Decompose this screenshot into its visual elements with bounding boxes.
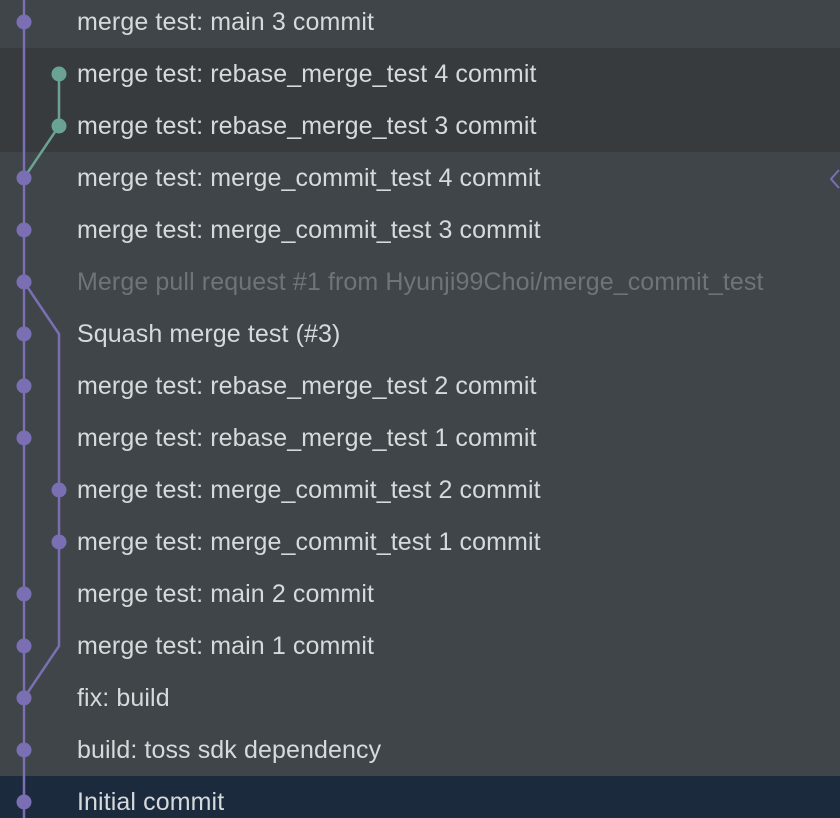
commit-message: merge test: merge_commit_test 3 commit (77, 216, 541, 244)
commit-message: fix: build (77, 684, 170, 712)
commit-message: merge test: main 2 commit (77, 580, 375, 608)
commit-message: build: toss sdk dependency (77, 736, 382, 764)
commit-message: merge test: merge_commit_test 4 commit (77, 164, 541, 192)
commit-row[interactable]: merge test: rebase_merge_test 1 commit (0, 412, 840, 464)
commit-message: Initial commit (77, 788, 225, 816)
commit-row[interactable]: Squash merge test (#3) (0, 308, 840, 360)
commit-row[interactable]: merge test: merge_commit_test 3 commit (0, 204, 840, 256)
commit-row[interactable]: build: toss sdk dependency (0, 724, 840, 776)
commit-log: merge test: main 3 commit merge test: re… (0, 0, 840, 818)
commit-message: merge test: rebase_merge_test 3 commit (77, 112, 537, 140)
commit-row[interactable]: merge test: merge_commit_test 4 commit (0, 152, 840, 204)
chevron-left-icon[interactable] (830, 168, 840, 190)
commit-message: merge test: main 3 commit (77, 8, 375, 36)
commit-message: merge test: rebase_merge_test 4 commit (77, 60, 537, 88)
commit-row[interactable]: merge test: main 2 commit (0, 568, 840, 620)
commit-message: merge test: rebase_merge_test 2 commit (77, 372, 537, 400)
commit-row[interactable]: merge test: main 3 commit (0, 0, 840, 48)
commit-row[interactable]: merge test: merge_commit_test 2 commit (0, 464, 840, 516)
commit-message: Squash merge test (#3) (77, 320, 341, 348)
commit-row[interactable]: merge test: rebase_merge_test 4 commit (0, 48, 840, 100)
commit-message: merge test: merge_commit_test 2 commit (77, 476, 541, 504)
commit-row[interactable]: merge test: merge_commit_test 1 commit (0, 516, 840, 568)
commit-row[interactable]: Merge pull request #1 from Hyunji99Choi/… (0, 256, 840, 308)
commit-message: Merge pull request #1 from Hyunji99Choi/… (77, 268, 764, 296)
commit-row[interactable]: merge test: rebase_merge_test 3 commit (0, 100, 840, 152)
commit-message: merge test: merge_commit_test 1 commit (77, 528, 541, 556)
commit-row[interactable]: merge test: main 1 commit (0, 620, 840, 672)
commit-row[interactable]: merge test: rebase_merge_test 2 commit (0, 360, 840, 412)
commit-row-selected[interactable]: Initial commit (0, 776, 840, 818)
commit-row[interactable]: fix: build (0, 672, 840, 724)
commit-message: merge test: main 1 commit (77, 632, 375, 660)
commit-message: merge test: rebase_merge_test 1 commit (77, 424, 537, 452)
